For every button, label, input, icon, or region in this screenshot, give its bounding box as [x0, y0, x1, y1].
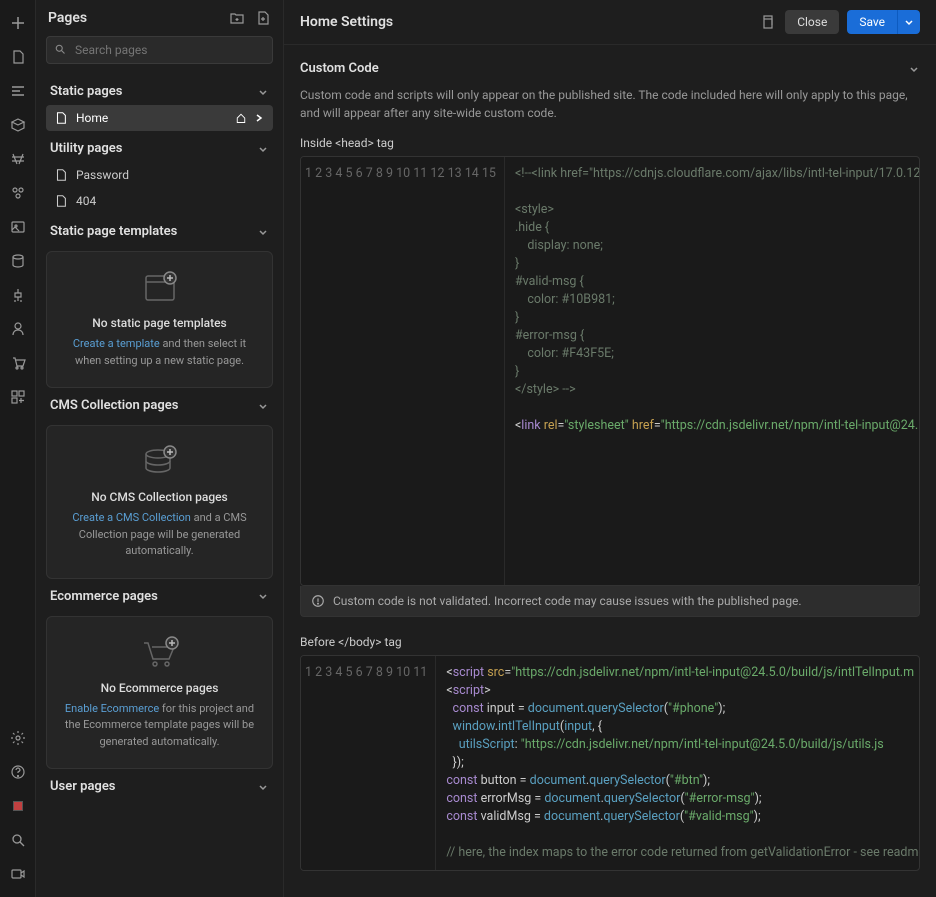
- main-header: Home Settings Close Save: [284, 0, 936, 45]
- logic-icon[interactable]: [0, 278, 36, 312]
- audit-icon[interactable]: [0, 789, 36, 823]
- custom-code-heading[interactable]: Custom Code: [300, 61, 920, 76]
- save-button[interactable]: Save: [847, 10, 897, 34]
- empty-cms: No CMS Collection pages Create a CMS Col…: [46, 425, 273, 579]
- body-code-label: Before </body> tag: [300, 635, 920, 649]
- users-icon[interactable]: [0, 312, 36, 346]
- search-input[interactable]: [46, 36, 273, 64]
- page-doc-icon: [54, 194, 68, 208]
- chevron-right-icon: [253, 112, 265, 124]
- variables-icon[interactable]: [0, 142, 36, 176]
- main-panel: Home Settings Close Save Custom Code Cus…: [284, 0, 936, 897]
- section-ecommerce-pages[interactable]: Ecommerce pages: [46, 579, 273, 610]
- new-page-icon[interactable]: [255, 10, 271, 26]
- code-content[interactable]: <script src="https://cdn.jsdelivr.net/np…: [436, 656, 919, 870]
- page-item-home[interactable]: Home: [46, 105, 273, 131]
- page-item-404[interactable]: 404: [46, 188, 273, 214]
- close-button[interactable]: Close: [785, 10, 839, 34]
- pages-title: Pages: [48, 10, 219, 26]
- apps-icon[interactable]: [0, 380, 36, 414]
- section-static-pages[interactable]: Static pages: [46, 74, 273, 105]
- chevron-down-icon: [257, 400, 269, 412]
- left-toolbar: [0, 0, 36, 897]
- search-box: [46, 36, 273, 64]
- empty-ecommerce: No Ecommerce pages Enable Ecommerce for …: [46, 616, 273, 770]
- new-folder-icon[interactable]: [229, 10, 245, 26]
- home-icon: [235, 112, 247, 124]
- main-title: Home Settings: [300, 14, 759, 30]
- pages-header: Pages: [36, 0, 283, 36]
- warning-icon: [311, 594, 325, 608]
- page-doc-icon: [54, 111, 68, 125]
- section-cms-pages[interactable]: CMS Collection pages: [46, 388, 273, 419]
- section-user-pages[interactable]: User pages: [46, 769, 273, 800]
- page-doc-icon: [54, 168, 68, 182]
- chevron-down-icon: [908, 63, 920, 75]
- search-nav-icon[interactable]: [0, 823, 36, 857]
- chevron-down-icon: [257, 781, 269, 793]
- chevron-down-icon: [257, 86, 269, 98]
- search-icon: [54, 43, 66, 55]
- link-enable-ecommerce[interactable]: Enable Ecommerce: [65, 702, 159, 715]
- chevron-down-icon: [257, 226, 269, 238]
- code-content[interactable]: <!--<link href="https://cdnjs.cloudflare…: [505, 157, 919, 585]
- ecommerce-icon[interactable]: [0, 346, 36, 380]
- empty-static-templates: No static page templates Create a templa…: [46, 251, 273, 388]
- chevron-down-icon: [257, 590, 269, 602]
- body-code-editor[interactable]: 1 2 3 4 5 6 7 8 9 10 11 <script src="htt…: [300, 655, 920, 871]
- gutter: 1 2 3 4 5 6 7 8 9 10 11 12 13 14 15: [301, 157, 505, 585]
- components-icon[interactable]: [0, 108, 36, 142]
- chevron-down-icon: [257, 143, 269, 155]
- link-create-template[interactable]: Create a template: [73, 337, 160, 350]
- head-code-label: Inside <head> tag: [300, 136, 920, 150]
- save-caret[interactable]: [897, 10, 920, 34]
- link-create-cms[interactable]: Create a CMS Collection: [72, 511, 191, 524]
- page-item-password[interactable]: Password: [46, 162, 273, 188]
- save-group: Save: [847, 10, 920, 34]
- pages-panel: Pages Static pages Home Utility pages Pa…: [36, 0, 284, 897]
- section-utility-pages[interactable]: Utility pages: [46, 131, 273, 162]
- copy-icon[interactable]: [759, 14, 775, 30]
- help-icon[interactable]: [0, 755, 36, 789]
- section-static-templates[interactable]: Static page templates: [46, 214, 273, 245]
- settings-icon[interactable]: [0, 721, 36, 755]
- add-icon[interactable]: [0, 6, 36, 40]
- gutter: 1 2 3 4 5 6 7 8 9 10 11: [301, 656, 436, 870]
- head-code-editor[interactable]: 1 2 3 4 5 6 7 8 9 10 11 12 13 14 15 <!--…: [300, 156, 920, 586]
- cms-icon[interactable]: [0, 244, 36, 278]
- navigator-icon[interactable]: [0, 74, 36, 108]
- custom-code-desc: Custom code and scripts will only appear…: [300, 86, 920, 122]
- assets-icon[interactable]: [0, 210, 36, 244]
- styles-icon[interactable]: [0, 176, 36, 210]
- warning-bar: Custom code is not validated. Incorrect …: [300, 586, 920, 617]
- video-icon[interactable]: [0, 857, 36, 891]
- page-icon[interactable]: [0, 40, 36, 74]
